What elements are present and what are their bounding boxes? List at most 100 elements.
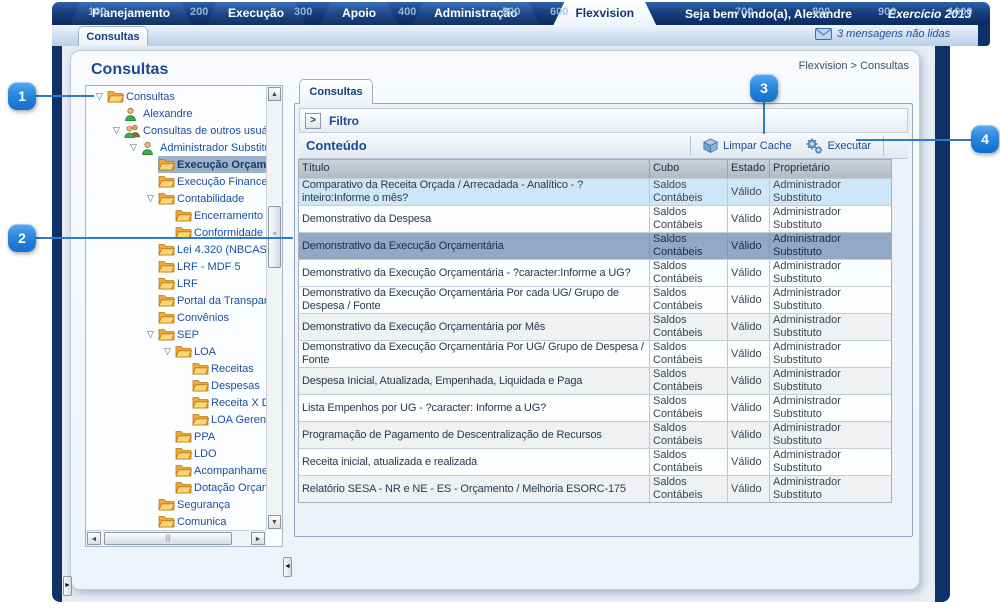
table-row[interactable]: Despesa Inicial, Atualizada, Empenhada, …	[299, 367, 891, 394]
tree-node[interactable]: ▽Segurança	[86, 496, 266, 513]
tree-node[interactable]: ▽LOA Gerenciais	[86, 411, 266, 428]
tree-node[interactable]: ▽ Consultas	[86, 88, 266, 105]
tree-node[interactable]: ▽Receita X Despes	[86, 394, 266, 411]
executar-label: Executar	[828, 140, 871, 152]
tree-node-label: Segurança	[177, 499, 230, 511]
cell-titulo: Relatório SESA - NR e NE - ES - Orçament…	[299, 476, 650, 502]
tree-node[interactable]: ▽LRF	[86, 275, 266, 292]
nav-tab-flexvision[interactable]: Flexvision	[553, 2, 656, 25]
tree-node-label: Execução Financeira	[177, 176, 266, 188]
tree-node[interactable]: ▽Comunica	[86, 513, 266, 530]
callout-badge-2: 2	[8, 224, 36, 252]
expand-arrow-icon[interactable]: ▽	[126, 139, 141, 156]
table-header-row: Título Cubo Estado Proprietário	[299, 160, 891, 178]
folder-open-icon	[158, 158, 177, 171]
column-header-estado[interactable]: Estado	[728, 160, 770, 178]
cell-estado: Válido	[728, 341, 770, 367]
column-header-proprietario[interactable]: Proprietário	[770, 160, 891, 178]
cell-titulo: Comparativo da Receita Orçada / Arrecada…	[299, 179, 650, 205]
expand-arrow-icon[interactable]: ▽	[143, 326, 158, 343]
cell-cubo: Saldos Contábeis	[650, 341, 728, 367]
column-header-cubo[interactable]: Cubo	[650, 160, 728, 178]
tree-node-label: Receita X Despes	[211, 397, 266, 409]
query-table: Título Cubo Estado Proprietário Comparat…	[298, 159, 892, 503]
limpar-cache-label: Limpar Cache	[723, 140, 791, 152]
cell-titulo: Demonstrativo da Execução Orçamentária p…	[299, 314, 650, 340]
tree-node[interactable]: ▽Lei 4.320 (NBCASP)	[86, 241, 266, 258]
tree-node[interactable]: ▽Receitas	[86, 360, 266, 377]
expand-arrow-icon[interactable]: ▽	[92, 88, 107, 105]
table-row[interactable]: Relatório SESA - NR e NE - ES - Orçament…	[299, 475, 891, 502]
content-tab-consultas[interactable]: Consultas	[299, 79, 373, 104]
cell-estado: Válido	[728, 206, 770, 232]
table-row[interactable]: Lista Empenhos por UG - ?caracter: Infor…	[299, 394, 891, 421]
table-row[interactable]: Demonstrativo da Execução Orçamentária -…	[299, 259, 891, 286]
splitter-collapse-right-icon[interactable]: ►	[63, 576, 72, 596]
tree-vertical-scrollbar[interactable]: ▲ ≡ ▼	[266, 86, 282, 530]
table-row[interactable]: Demonstrativo da Execução Orçamentária P…	[299, 340, 891, 367]
table-row[interactable]: Comparativo da Receita Orçada / Arrecada…	[299, 178, 891, 205]
content-panel: > Filtro Conteúdo Limpar Cache	[294, 103, 913, 537]
cell-estado: Válido	[728, 395, 770, 421]
folder-open-icon	[158, 192, 177, 205]
subbar-corner	[978, 25, 990, 46]
folder-open-icon	[175, 481, 194, 494]
tree-node-label: Encerramento	[194, 210, 263, 222]
cell-estado: Válido	[728, 314, 770, 340]
tree-node[interactable]: ▽Contabilidade	[86, 190, 266, 207]
expand-arrow-icon[interactable]: ▽	[143, 190, 158, 207]
table-row[interactable]: Receita inicial, atualizada e realizadaS…	[299, 448, 891, 475]
tree-node[interactable]: ▽PPA	[86, 428, 266, 445]
table-row[interactable]: Demonstrativo da Execução Orçamentária p…	[299, 313, 891, 340]
tree-node[interactable]: ▽Consultas de outros usuários	[86, 122, 266, 139]
tab-consultas[interactable]: Consultas	[78, 26, 148, 46]
unread-messages-link[interactable]: 3 mensagens não lidas	[815, 28, 950, 40]
tree-node[interactable]: ▽Administrador Substituto	[86, 139, 266, 156]
tree-node[interactable]: ▽LDO	[86, 445, 266, 462]
tree-node[interactable]: ▽ SEP	[86, 326, 266, 343]
tree-horizontal-scrollbar[interactable]: ◄ ||| ►	[86, 530, 266, 546]
cell-cubo: Saldos Contábeis	[650, 449, 728, 475]
folder-open-icon	[158, 515, 177, 528]
tree-node-label: Consultas	[126, 91, 175, 103]
folder-open-icon	[158, 175, 177, 188]
tree-node[interactable]: ▽Alexandre	[86, 105, 266, 122]
cell-estado: Válido	[728, 476, 770, 502]
tree-node[interactable]: ▽Acompanhamento	[86, 462, 266, 479]
column-header-titulo[interactable]: Título	[299, 160, 650, 178]
filter-section-header[interactable]: > Filtro	[299, 108, 908, 133]
tree-node[interactable]: ▽Portal da Transparência	[86, 292, 266, 309]
users-icon	[124, 124, 143, 138]
cell-cubo: Saldos Contábeis	[650, 476, 728, 502]
scroll-right-icon[interactable]: ►	[251, 532, 265, 545]
folder-open-icon	[158, 328, 177, 341]
scroll-left-icon[interactable]: ◄	[87, 532, 101, 545]
filter-expand-icon[interactable]: >	[305, 113, 321, 129]
horizontal-scroll-thumb[interactable]: |||	[104, 532, 232, 545]
limpar-cache-button[interactable]: Limpar Cache	[703, 138, 791, 153]
tree-node[interactable]: ▽Convênios	[86, 309, 266, 326]
table-row[interactable]: Demonstrativo da Execução Orçamentária P…	[299, 286, 891, 313]
tree-node[interactable]: ▽ LOA	[86, 343, 266, 360]
expand-arrow-icon[interactable]: ▽	[160, 343, 175, 360]
scroll-up-icon[interactable]: ▲	[268, 87, 281, 101]
callout-line-4	[856, 139, 973, 141]
tree-node-label: LOA	[194, 346, 216, 358]
splitter-collapse-left-icon[interactable]: ◄	[283, 557, 292, 577]
expand-arrow-icon[interactable]: ▽	[109, 122, 124, 139]
tree-node-label: SEP	[177, 329, 199, 341]
tree-node-label: Comunica	[177, 516, 227, 528]
nav-tab-apoio[interactable]: Apoio	[320, 2, 398, 25]
nav-tab-execucao[interactable]: Execução	[206, 2, 306, 25]
table-row[interactable]: Demonstrativo da DespesaSaldos Contábeis…	[299, 205, 891, 232]
tree-node[interactable]: ▽Despesas	[86, 377, 266, 394]
tree-node[interactable]: ▽LRF - MDF 5	[86, 258, 266, 275]
folder-open-icon	[107, 90, 126, 103]
tree-node[interactable]: ▽Execução Financeira	[86, 173, 266, 190]
tree-node[interactable]: ▽Encerramento	[86, 207, 266, 224]
table-row[interactable]: Programação de Pagamento de Descentraliz…	[299, 421, 891, 448]
scroll-down-icon[interactable]: ▼	[268, 515, 281, 529]
tree-node[interactable]: ▽Execução Orçamentá	[86, 156, 266, 173]
tree-node[interactable]: ▽Dotação Orçamentár	[86, 479, 266, 496]
table-row[interactable]: Demonstrativo da Execução OrçamentáriaSa…	[299, 232, 891, 259]
